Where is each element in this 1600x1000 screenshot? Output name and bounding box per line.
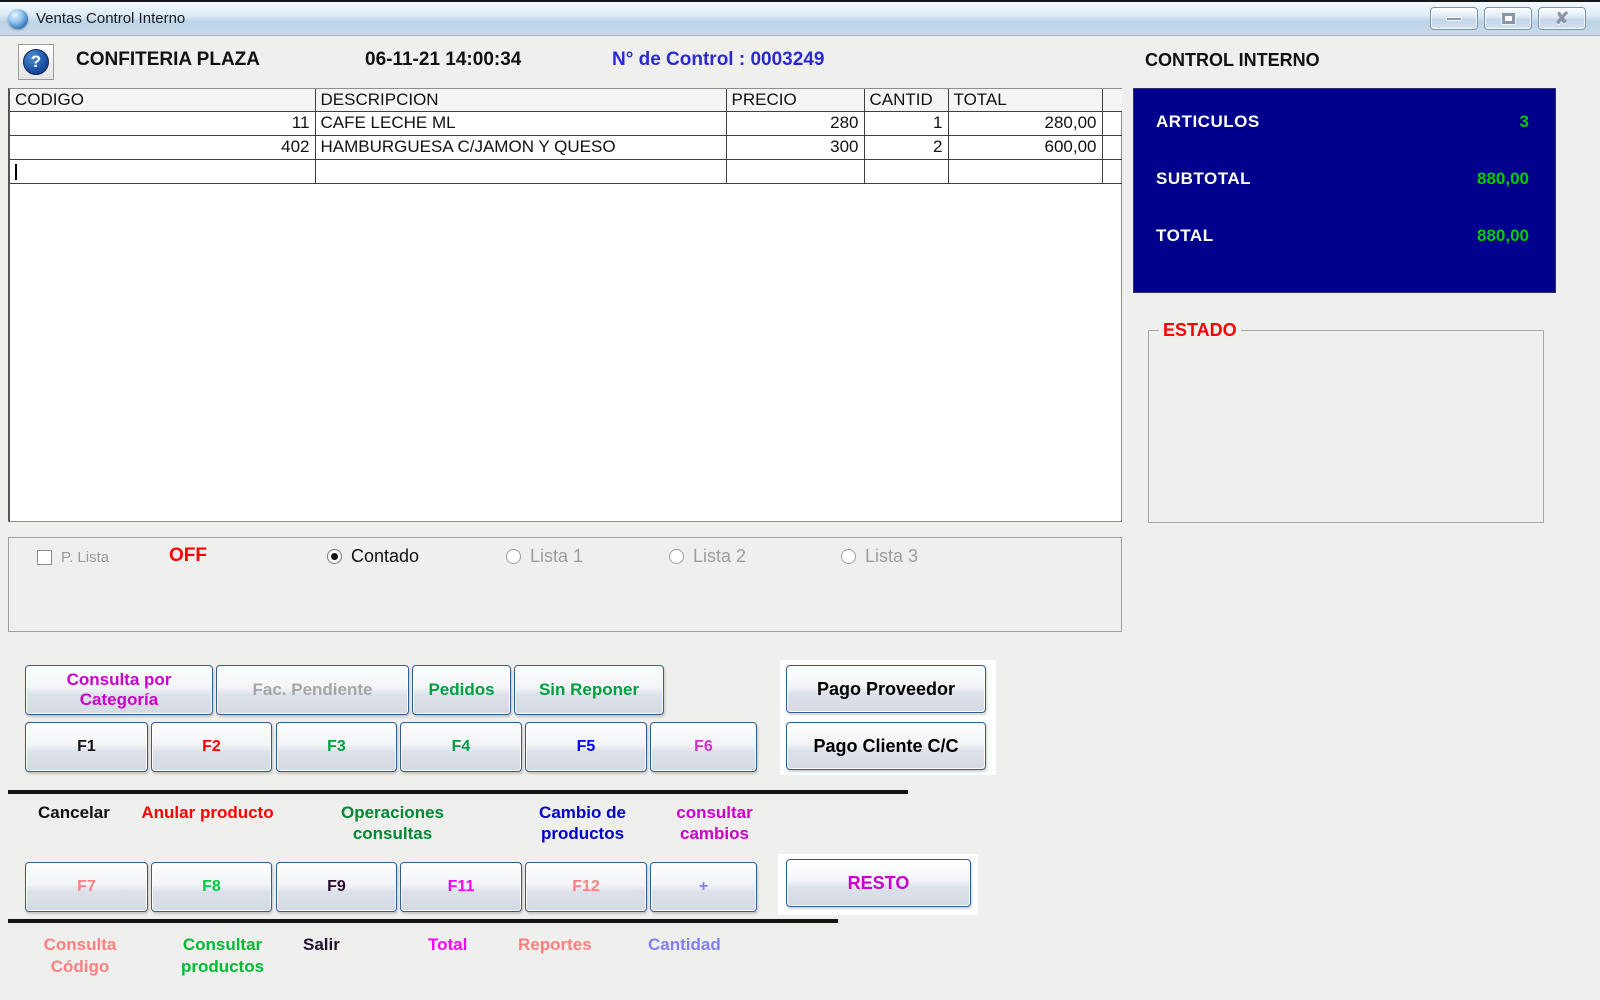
pedidos-button[interactable]: Pedidos [412,665,511,715]
window-title: Ventas Control Interno [36,10,186,27]
radio-lista-3: Lista 3 [841,546,918,567]
codigo-entry-cell[interactable] [10,159,316,184]
f2-button[interactable]: F2 [151,722,272,772]
radio-icon [841,549,856,564]
plus-button[interactable]: + [650,862,757,912]
col-cantid: CANTID [864,89,949,112]
consulta-por-categoria-button[interactable]: Consulta por Categoría [25,665,213,715]
text-caret [15,163,17,180]
operaciones-consultas-label: Operaciones consultas [341,803,444,844]
minimize-icon [1446,16,1462,21]
summary-panel: ARTICULOS 3 SUBTOTAL 880,00 TOTAL 880,00 [1133,88,1556,293]
table-row[interactable]: 402 HAMBURGUESA C/JAMON Y QUESO 300 2 60… [10,135,1122,160]
help-icon: ? [23,49,49,75]
p-lista-checkbox [37,550,52,565]
radio-icon [669,549,684,564]
f1-button[interactable]: F1 [25,722,148,772]
salir-label: Salir [303,935,340,954]
fac-pendiente-button: Fac. Pendiente [216,665,409,715]
store-name: CONFITERIA PLAZA [76,49,261,70]
col-extra [1102,89,1122,112]
col-codigo: CODIGO [10,89,316,112]
entry-row[interactable] [10,159,1122,184]
radio-lista-2: Lista 2 [669,546,746,567]
radio-icon [506,549,521,564]
col-total: TOTAL [948,89,1103,112]
resto-button[interactable]: RESTO [786,859,971,907]
total-label: TOTAL [1156,226,1214,245]
maximize-icon [1500,12,1516,25]
f6-button[interactable]: F6 [650,722,757,772]
consultar-cambios-label: consultar cambios [676,803,753,844]
table-row[interactable]: 11 CAFE LECHE ML 280 1 280,00 [10,111,1122,136]
page-title: CONTROL INTERNO [1145,50,1320,70]
total-value: 880,00 [1477,226,1529,245]
cantidad-label: Cantidad [648,935,721,954]
help-button[interactable]: ? [18,44,54,80]
radio-lista-1: Lista 1 [506,546,583,567]
pago-proveedor-button[interactable]: Pago Proveedor [786,665,986,713]
datetime: 06-11-21 14:00:34 [365,49,522,70]
table-header-row: CODIGO DESCRIPCION PRECIO CANTID TOTAL [10,89,1122,112]
f9-button[interactable]: F9 [276,862,397,912]
p-lista-label: P. Lista [61,549,110,566]
control-number: N° de Control : 0003249 [612,49,825,70]
radio-icon [327,549,342,564]
app-icon [8,8,28,29]
consulta-codigo-label: Consulta Código [43,935,117,977]
pago-cliente-cc-button[interactable]: Pago Cliente C/C [786,722,986,770]
articulos-label: ARTICULOS [1156,112,1260,131]
reportes-label: Reportes [518,935,592,954]
cancelar-label: Cancelar [38,803,110,822]
maximize-button[interactable] [1484,7,1532,30]
price-list-panel: P. Lista OFF Contado Lista 1 Lista 2 Lis… [8,537,1122,632]
f8-button[interactable]: F8 [151,862,272,912]
subtotal-label: SUBTOTAL [1156,169,1251,188]
close-button[interactable]: ✘ [1538,7,1586,30]
sin-reponer-button[interactable]: Sin Reponer [514,665,664,715]
col-precio: PRECIO [726,89,865,112]
f12-button[interactable]: F12 [525,862,647,912]
estado-label: ESTADO [1163,320,1237,340]
radio-contado[interactable]: Contado [327,546,419,567]
f4-button[interactable]: F4 [400,722,522,772]
subtotal-value: 880,00 [1477,169,1529,188]
consultar-productos-label: Consultar productos [180,935,265,977]
p-lista-status: OFF [169,545,207,566]
articulos-value: 3 [1519,112,1529,131]
f5-button[interactable]: F5 [525,722,647,772]
items-table: CODIGO DESCRIPCION PRECIO CANTID TOTAL 1… [8,88,1122,522]
col-descripcion: DESCRIPCION [315,89,727,112]
minimize-button[interactable] [1430,7,1478,30]
estado-groupbox: ESTADO [1148,320,1544,523]
f3-button[interactable]: F3 [276,722,397,772]
f11-button[interactable]: F11 [400,862,522,912]
divider-line [8,790,908,794]
total-label-bottom: Total [428,935,468,954]
f7-button[interactable]: F7 [25,862,148,912]
cambio-de-productos-label: Cambio de productos [539,803,626,844]
close-icon: ✘ [1554,9,1570,28]
titlebar: Ventas Control Interno ✘ [0,0,1600,36]
anular-producto-label: Anular producto [141,803,274,822]
divider-line [8,919,838,923]
